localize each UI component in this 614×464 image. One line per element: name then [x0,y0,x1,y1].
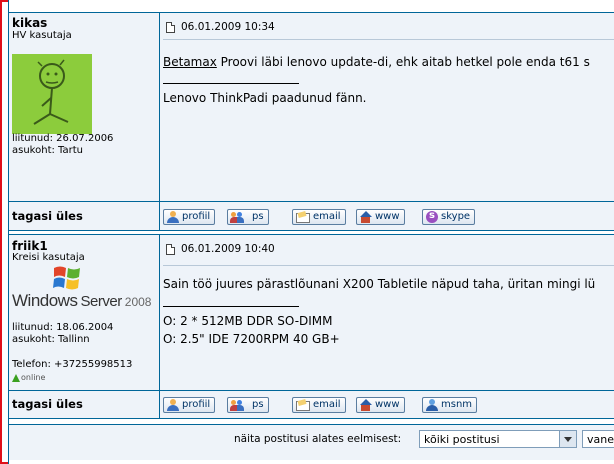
post-2-content: 06.01.2009 10:40 Sain töö juures pärastl… [160,235,614,390]
profile-button-label: profiil [182,399,211,410]
display-since-label: näita postitusi alates eelmisest: [234,433,402,445]
pm-icon [230,211,244,223]
posts-since-select-value: kõiki postitusi [424,433,500,446]
avatar-product: Server [80,293,123,310]
msn-button-label: msnm [441,399,473,410]
avatar: Windows Server 2008 [12,265,157,315]
email-icon [295,399,311,411]
www-icon [359,399,373,411]
email-button-label: email [313,211,341,222]
post-1-footer: tagasi üles profiil ps email www skype [9,202,614,230]
post-2: friik1 Kreisi kasutaja Windows Server 20… [9,235,614,390]
profile-icon [166,211,180,223]
signature-divider [163,306,299,307]
location: asukoht: Tartu [12,145,83,156]
back-to-top-link[interactable]: tagasi üles [12,397,83,411]
avatar-year: 2008 [124,295,152,309]
profile-button-label: profiil [182,211,211,222]
profile-button[interactable]: profiil [163,209,216,225]
pm-button-label: ps [252,211,264,222]
phone: Telefon: +37255998513 [12,359,133,370]
profile-button[interactable]: profiil [163,397,216,413]
skype-icon [425,209,439,223]
email-icon [295,211,311,223]
joined-date: liitunud: 26.07.2006 [12,133,114,144]
online-status: online [12,373,45,382]
username[interactable]: friik1 [12,239,48,253]
post-2-footer-left: tagasi üles [9,391,160,418]
online-status-text: online [21,373,46,382]
quoted-user-link[interactable]: Betamax [163,55,217,69]
windows-logo-icon [53,266,80,290]
sort-order-select-value: vane [587,433,614,446]
post-icon[interactable] [166,21,175,33]
online-icon [12,373,20,382]
back-to-top-link[interactable]: tagasi üles [12,209,83,223]
sort-order-select[interactable]: vane [582,430,614,448]
post-2-footer-buttons: profiil ps email www msnm [160,391,614,418]
post-1-footer-left: tagasi üles [9,202,160,230]
www-button[interactable]: www [356,397,405,413]
post-body-text: Proovi läbi lenovo update-di, ehk aitab … [216,55,590,69]
skype-button-label: skype [441,211,471,222]
post-date: 06.01.2009 10:40 [166,243,275,255]
display-options-bar: näita postitusi alates eelmisest: kõiki … [9,425,614,460]
chevron-down-icon[interactable] [559,431,576,447]
post-2-footer: tagasi üles profiil ps email www msnm [9,391,614,418]
post-1-author: kikas HV kasutaja liitunud: 26.07.2006 a… [9,13,160,201]
username[interactable]: kikas [12,16,47,30]
email-button-label: email [313,399,341,410]
www-button-label: www [375,211,400,222]
skype-button[interactable]: skype [422,209,476,225]
joined-date: liitunud: 18.06.2004 [12,322,114,333]
signature: Lenovo ThinkPadi paadunud fänn. [163,91,367,105]
post-body: Sain töö juures pärastlõunani X200 Table… [163,277,596,291]
pm-button-label: ps [252,399,264,410]
post-header-rule [163,39,614,40]
pm-button[interactable]: ps [227,209,269,225]
email-button[interactable]: email [292,209,346,225]
pm-button[interactable]: ps [227,397,269,413]
user-rank: Kreisi kasutaja [12,252,85,263]
avatar-caption: Windows Server 2008 [12,291,157,311]
pm-icon [230,399,244,411]
post-2-author: friik1 Kreisi kasutaja Windows Server 20… [9,235,160,390]
www-button-label: www [375,399,400,410]
posts-since-select[interactable]: kõiki postitusi [419,430,577,448]
post-1-footer-buttons: profiil ps email www skype [160,202,614,230]
post-date-text: 06.01.2009 10:34 [181,21,275,33]
msn-icon [425,399,439,411]
email-button[interactable]: email [292,397,346,413]
avatar-brand: Windows [12,291,78,310]
row-divider [9,230,614,231]
signature-line-1: O: 2 * 512MB DDR SO-DIMM [163,314,333,328]
post-date: 06.01.2009 10:34 [166,21,275,33]
forum-table: kikas HV kasutaja liitunud: 26.07.2006 a… [8,0,614,464]
post-body: Betamax Proovi läbi lenovo update-di, eh… [163,55,590,69]
www-button[interactable]: www [356,209,405,225]
avatar [12,54,92,134]
www-icon [359,211,373,223]
user-rank: HV kasutaja [12,30,72,41]
signature-line-2: O: 2.5" IDE 7200RPM 40 GB+ [163,332,340,346]
row-divider [9,418,614,419]
post-1-content: 06.01.2009 10:34 Betamax Proovi läbi len… [160,13,614,201]
post-1: kikas HV kasutaja liitunud: 26.07.2006 a… [9,13,614,201]
post-date-text: 06.01.2009 10:40 [181,243,275,255]
signature-divider [163,83,299,84]
post-icon[interactable] [166,243,175,255]
post-header-rule [163,265,614,266]
msn-button[interactable]: msnm [422,397,478,413]
avatar-drawing [33,59,69,125]
profile-icon [166,399,180,411]
location: asukoht: Tallinn [12,334,90,345]
